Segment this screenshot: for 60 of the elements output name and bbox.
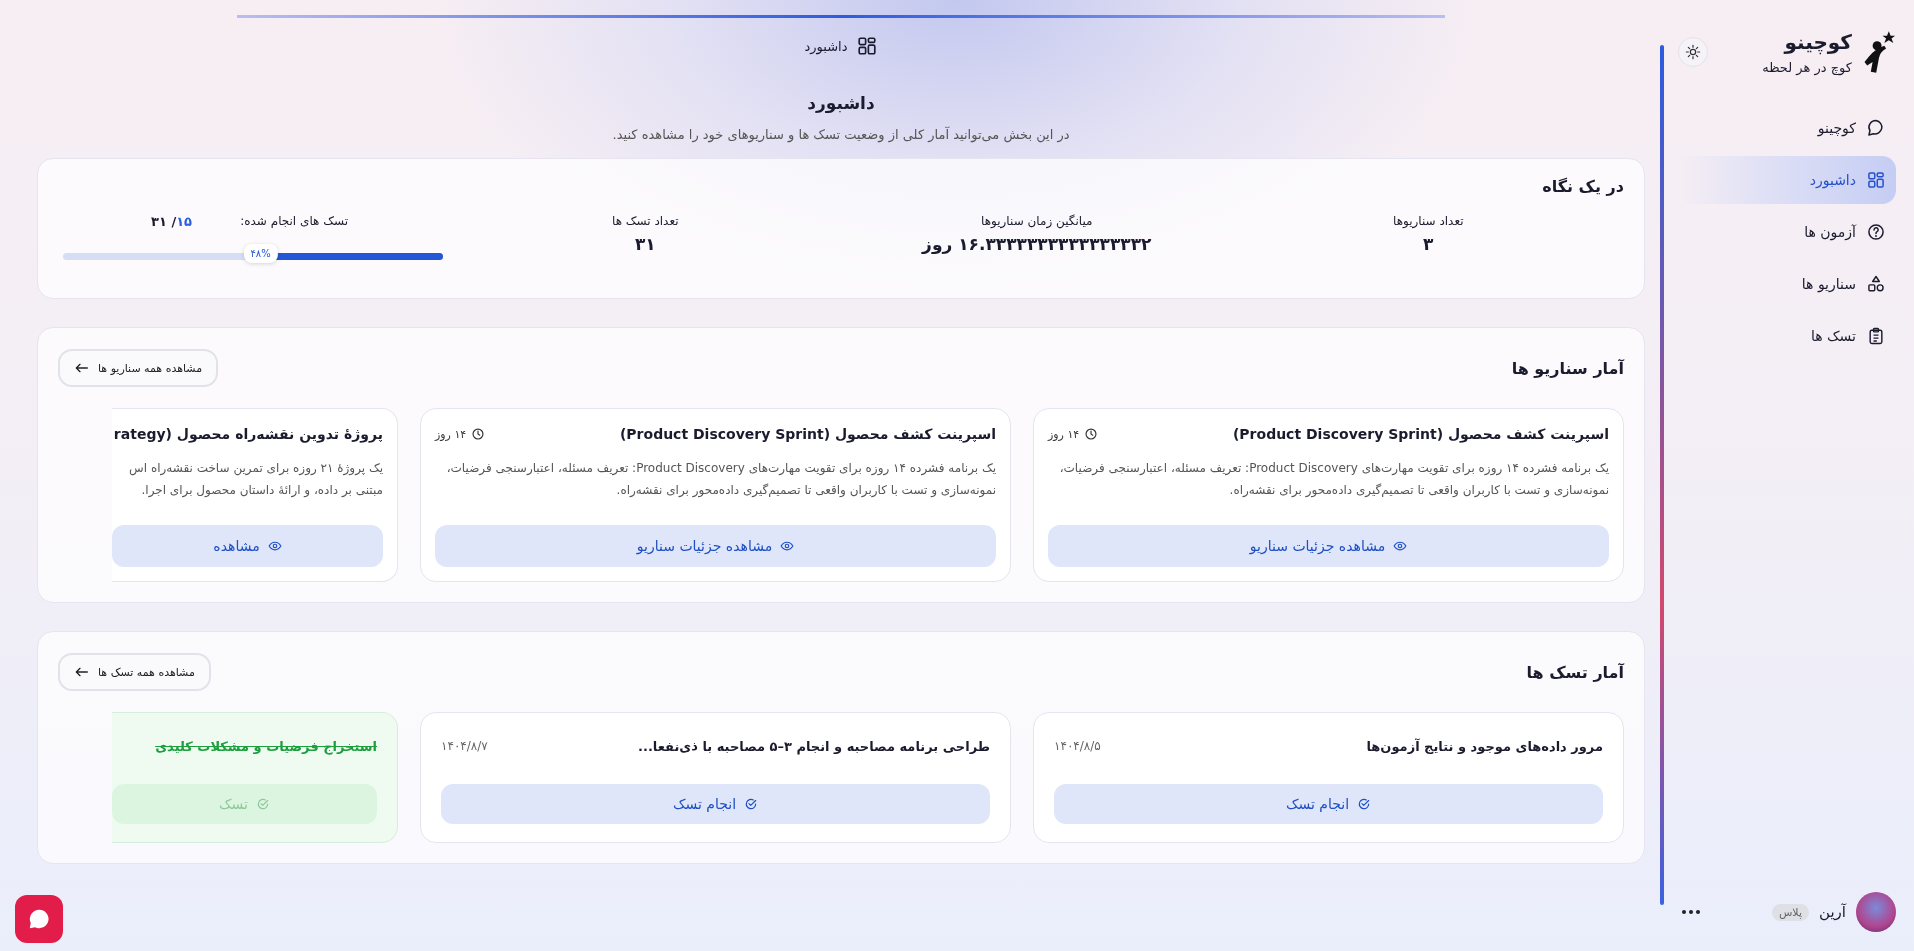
stat-value: ۳: [1423, 234, 1434, 254]
task-date: ۱۴۰۴/۸/۵: [1054, 739, 1101, 753]
page-title: داشبورد: [806, 93, 876, 113]
breadcrumb: داشبورد: [804, 38, 848, 54]
grid-icon: [1866, 170, 1886, 190]
progress-count: ۱۵/ ۳۱: [151, 214, 193, 229]
progress-percent: ۴۸%: [243, 244, 278, 263]
nav-item[interactable]: تسک ها: [1678, 312, 1896, 360]
eye-icon: [780, 539, 795, 553]
nav-item[interactable]: آزمون ها: [1678, 208, 1896, 256]
view-scenario-button[interactable]: مشاهده: [112, 525, 383, 567]
scenario-duration: ۱۴ روز: [435, 427, 486, 441]
stat-label: تعداد تسک ها: [612, 214, 679, 228]
avatar[interactable]: [1856, 892, 1896, 932]
scenario-title: پروژهٔ تدوین نقشه‌راه محصول (rategy: [113, 426, 383, 442]
eye-icon: [1393, 539, 1408, 553]
sun-icon: [1685, 44, 1701, 60]
task-date: ۱۴۰۴/۸/۷: [441, 739, 488, 753]
shapes-icon: [1866, 274, 1886, 294]
nav-item[interactable]: سناریو ها: [1678, 260, 1896, 308]
section-title: در یک نگاه: [1541, 177, 1624, 196]
section-title: آمار سناریو ها: [1511, 358, 1624, 378]
view-all-button[interactable]: مشاهده همه تسک ها: [58, 653, 211, 691]
nav-item[interactable]: کوچینو: [1678, 104, 1896, 152]
brand-name: کوچینو: [1784, 29, 1852, 54]
task-title: استخراج فرضیات و مشکلات کلیدی: [155, 738, 377, 754]
scenario-description: یک برنامه فشرده ۱۴ روزه برای تقویت مهارت‌های Product Discovery: تعریف مسئله، اعتبارسنجی فرضیات، نمونه‌سازی و تست با کاربران واقعی تا تصمیم‌گیری داده‌محور برای نقشه‌راه.: [1058, 460, 1609, 500]
check-circle-icon: [1357, 797, 1372, 811]
scenario-description: یک پروژهٔ ۲۱ روزه برای تمرین ساخت نقشه‌راه اس مبتنی بر داده، و ارائهٔ داستان محصول برای اجرا.: [128, 460, 383, 500]
do-task-button[interactable]: انجام تسک: [441, 784, 990, 824]
brand-tagline: کوچ در هر لحظه: [1762, 59, 1852, 75]
stat-label: میانگین زمان سناریوها: [981, 214, 1093, 228]
do-task-button[interactable]: انجام تسک: [1054, 784, 1603, 824]
clock-icon: [1084, 427, 1099, 441]
section-title: آمار تسک ها: [1526, 662, 1624, 682]
grid-icon: [855, 35, 878, 57]
scenario-duration: ۱۴ روز: [1048, 427, 1099, 441]
question-icon: [1866, 222, 1886, 242]
view-scenario-button[interactable]: مشاهده جزئیات سناریو: [1048, 525, 1609, 567]
check-circle-icon: [744, 797, 759, 811]
eye-icon: [267, 539, 282, 553]
chat-button[interactable]: [15, 895, 63, 943]
view-all-button[interactable]: مشاهده همه سناریو ها: [58, 349, 219, 387]
scenario-description: یک برنامه فشرده ۱۴ روزه برای تقویت مهارت‌های Product Discovery: تعریف مسئله، اعتبارسنجی فرضیات، نمونه‌سازی و تست با کاربران واقعی تا تصمیم‌گیری داده‌محور برای نقشه‌راه.: [445, 460, 996, 500]
clipboard-icon: [1866, 326, 1886, 346]
page-subtitle: در این بخش می‌توانید آمار کلی از وضعیت تسک ها و سناریوهای خود را مشاهده کنید.: [611, 127, 1071, 142]
theme-toggle-button[interactable]: [1678, 37, 1708, 67]
task-title: مرور داده‌های موجود و نتایج آزمون‌ها: [1366, 738, 1603, 754]
task-title: طراحی برنامه مصاحبه و انجام ۳–۵ مصاحبه با ذی‌نفعا...: [638, 738, 990, 754]
stat-value: ۳۱: [634, 234, 656, 254]
plan-badge: پلاس: [1771, 903, 1809, 921]
user-name: آرین: [1819, 903, 1846, 921]
scenario-title: اسپرینت کشف محصول (Product Discovery Sprint): [619, 426, 996, 442]
check-circle-icon: [255, 797, 270, 811]
stat-label: تعداد سناریوها: [1392, 214, 1464, 228]
clock-icon: [471, 427, 486, 441]
scenario-title: اسپرینت کشف محصول (Product Discovery Sprint): [1232, 426, 1609, 442]
progress-label: تسک های انجام شده:: [240, 214, 348, 229]
view-scenario-button[interactable]: مشاهده جزئیات سناریو: [435, 525, 996, 567]
stat-value: ۱۶.۳۳۳۳۳۳۳۳۳۳۳۳۳۳۳۲ روز: [922, 234, 1152, 254]
